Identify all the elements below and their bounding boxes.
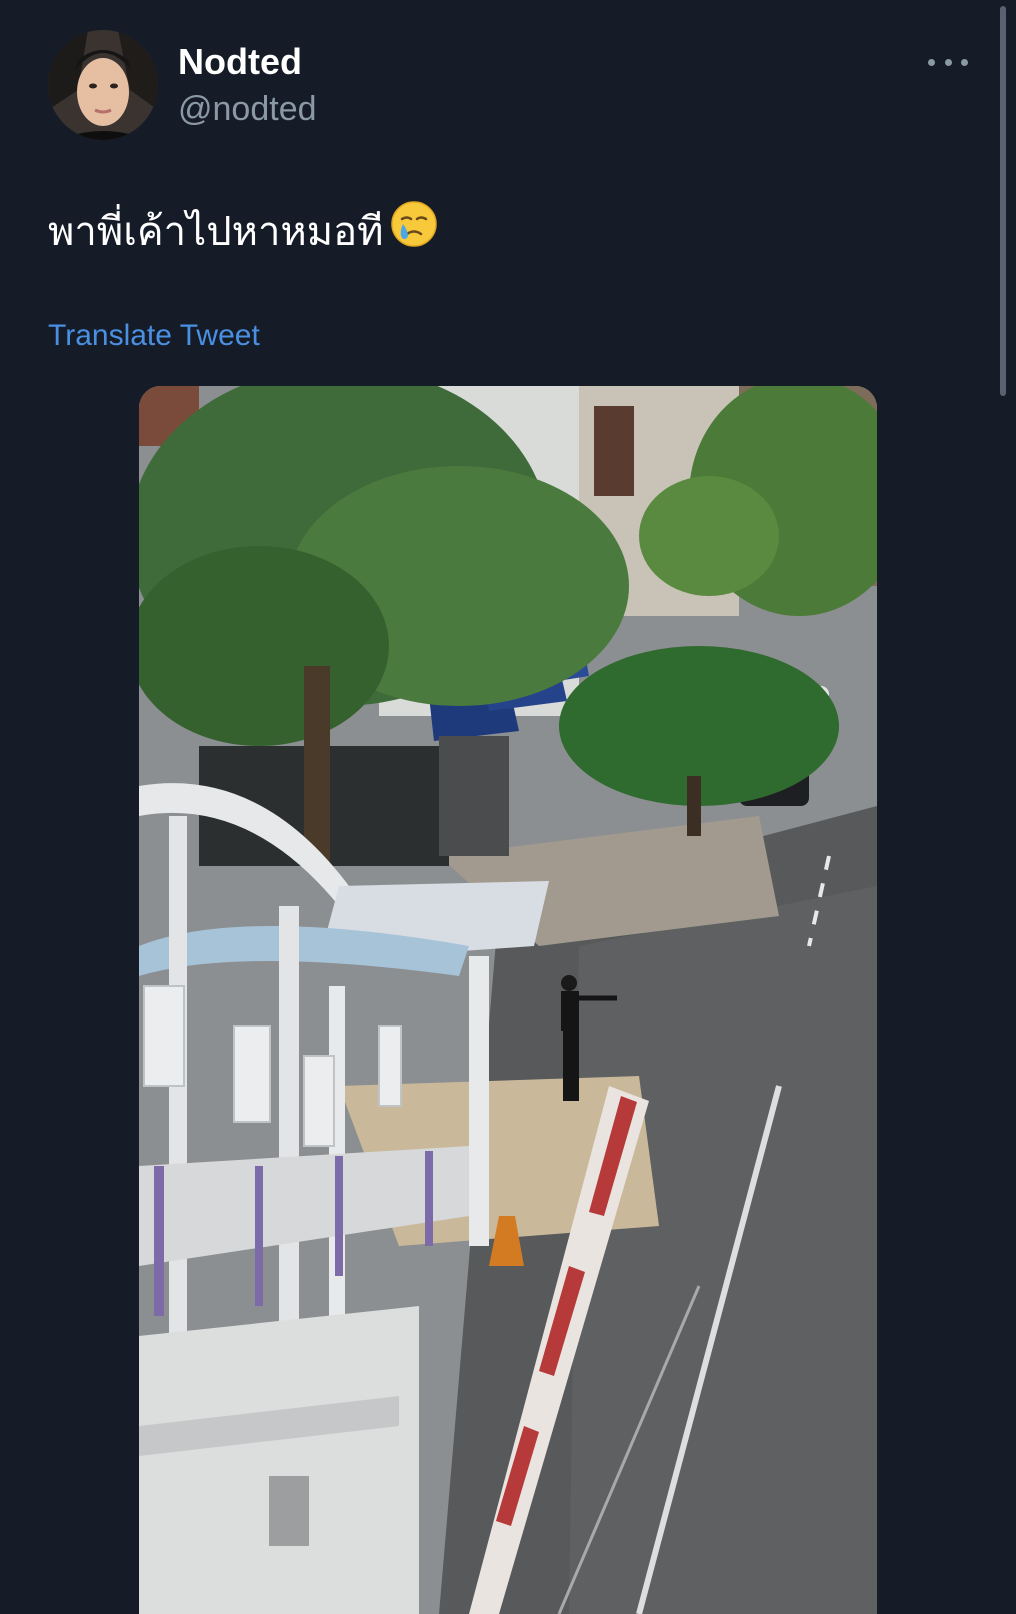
dot [928,58,935,66]
translate-tweet-link[interactable]: Translate Tweet [48,316,260,356]
dot [944,58,952,66]
tweet-text: พาพี่เค้าไปหาหมอที [48,209,384,254]
avatar[interactable] [48,30,158,140]
user-handle[interactable]: @nodted [178,86,317,132]
dot [961,58,968,66]
tweet-detail-view: Nodted @nodted พาพี่เค้าไปหาหมอที Transl… [0,0,1016,1614]
tweet-media-photo[interactable] [139,386,877,1614]
scrollbar[interactable] [1000,6,1006,396]
tweet-text-row: พาพี่เค้าไปหาหมอที [48,200,438,263]
more-options-icon[interactable] [928,50,968,74]
display-name[interactable]: Nodted [178,38,302,86]
crying-face-emoji-icon [390,200,438,263]
